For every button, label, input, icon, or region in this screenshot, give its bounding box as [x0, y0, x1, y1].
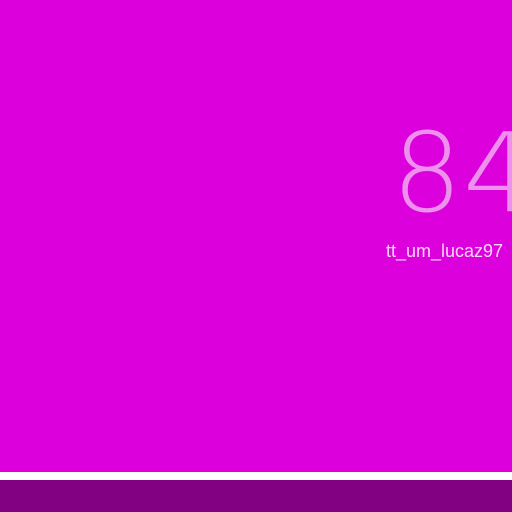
bottom-divider [0, 472, 512, 480]
display-screen: 84 tt_um_lucaz97 [0, 0, 512, 512]
bottom-bar [0, 480, 512, 512]
username-label: tt_um_lucaz97 [386, 241, 504, 261]
count-value: 84 [392, 109, 512, 237]
